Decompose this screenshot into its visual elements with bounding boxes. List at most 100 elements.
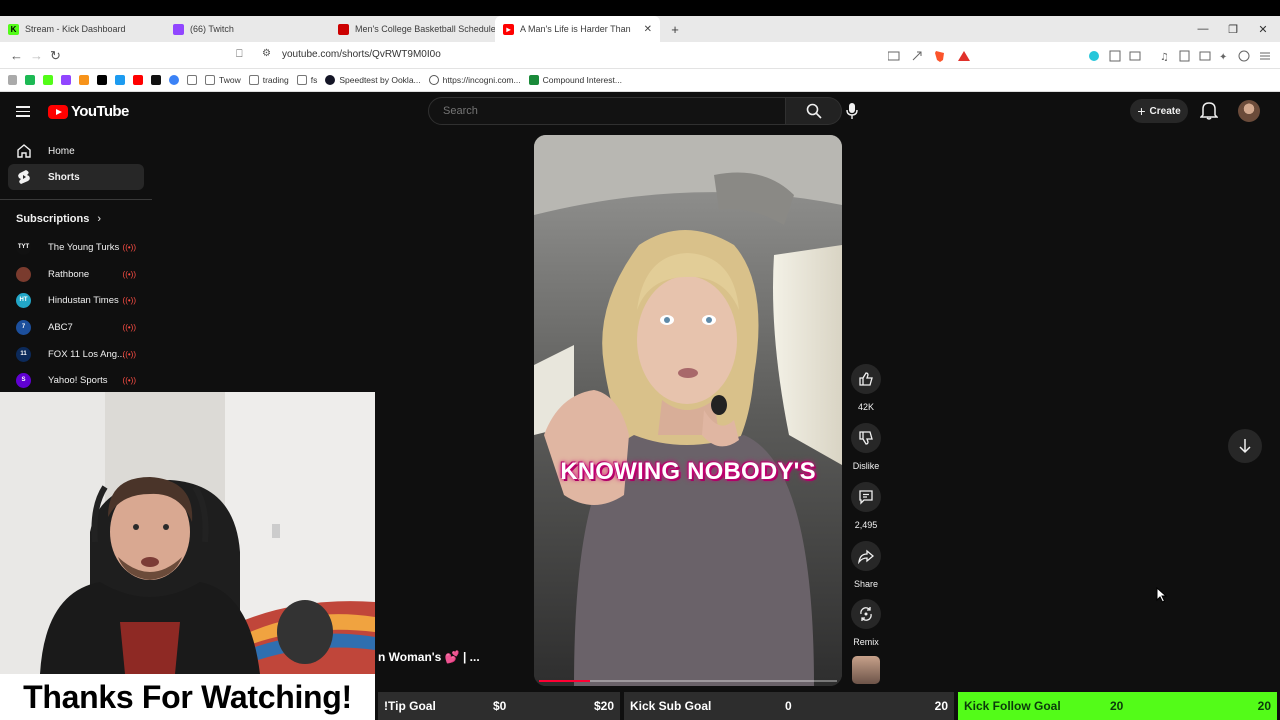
bookmark-item[interactable] [133,75,143,85]
youtube-logo[interactable]: YouTube [48,103,129,120]
tab-close-icon[interactable]: ✕ [644,24,652,35]
kick-favicon-icon: K [8,23,19,35]
webcam-image [0,392,375,674]
tab-bar: K Stream - Kick Dashboard (66) Twitch Men… [0,16,1280,42]
live-indicator-icon: ((•)) [122,322,136,332]
extensions-toolbar[interactable]: ♫ ✦ [1088,50,1274,62]
tab-twitch[interactable]: (66) Twitch [165,16,330,42]
back-icon[interactable]: ← [10,48,23,63]
short-video-player[interactable] [534,135,842,686]
sidebar-item-shorts[interactable]: Shorts [8,164,144,190]
folder-icon [248,75,259,85]
live-indicator-icon: ((•)) [122,269,136,279]
heart-emoji-icon: 💕 [444,650,460,664]
site-info-icon[interactable]: ⚙ [262,48,271,59]
share-button[interactable]: Share [848,541,884,589]
bookmark-item[interactable] [25,75,35,85]
short-title[interactable]: n Woman's 💕 | ... [378,650,480,664]
youtube-favicon-icon: ▸ [503,23,514,35]
goal-current: 20 [1110,699,1124,713]
hamburger-menu-icon[interactable] [16,106,30,117]
notifications-button[interactable] [1199,100,1219,125]
bookmark-favicon-icon [79,75,89,85]
bookmark-item[interactable] [43,75,53,85]
video-progress-bar[interactable] [539,680,837,682]
bookmark-item[interactable] [169,75,179,85]
bookmark-item[interactable]: Speedtest by Ookla... [325,75,421,85]
folder-icon [187,75,197,85]
search-input[interactable] [429,98,785,124]
url-field[interactable]: youtube.com/shorts/QvRWT9M0I0o [282,49,441,60]
comments-button[interactable]: 2,495 [848,482,884,530]
search-box[interactable] [428,97,786,125]
account-avatar[interactable] [1238,100,1260,122]
live-indicator-icon: ((•)) [122,242,136,252]
bookmark-favicon-icon [115,75,125,85]
bookmark-item[interactable] [97,75,107,85]
tab-basketball-schedule[interactable]: Men's College Basketball Schedule - [330,16,495,42]
bell-icon [1199,102,1219,120]
tab-kick-dashboard[interactable]: K Stream - Kick Dashboard [0,16,165,42]
subscription-item[interactable]: 11 FOX 11 Los Ang... ((•)) [16,344,144,364]
home-icon [17,144,31,158]
new-tab-button[interactable]: + [660,16,690,42]
plus-icon: + [1137,103,1146,119]
bookmark-icon[interactable]: ⎕ [236,48,243,61]
chevron-right-icon: › [97,213,102,225]
live-indicator-icon: ((•)) [122,375,136,385]
folder-icon [205,75,215,85]
next-short-button[interactable] [1228,429,1262,463]
bookmark-favicon-icon [97,75,107,85]
svg-text:✦: ✦ [1219,52,1227,62]
tab-youtube-active[interactable]: ▸ A Man's Life is Harder Than ✕ [495,16,660,42]
bookmark-item[interactable] [8,75,17,85]
create-button[interactable]: + Create [1130,99,1188,123]
dislike-button[interactable]: Dislike [848,423,884,471]
goal-current: $0 [493,699,507,713]
bookmark-item[interactable]: https://incogni.com... [428,75,521,85]
like-button[interactable]: 42K [848,364,884,412]
search-button[interactable] [786,97,842,125]
channel-avatar: TYT [16,239,31,255]
bookmark-item[interactable] [187,75,197,85]
bookmark-item[interactable] [151,75,161,85]
window-top-strip [0,0,1280,16]
bookmark-item[interactable]: Compound Interest... [528,75,622,85]
bookmark-item[interactable] [115,75,125,85]
svg-text:♫: ♫ [1160,52,1169,62]
remix-icon [860,607,872,621]
goal-target: $20 [593,699,614,713]
subscriptions-heading[interactable]: Subscriptions › [16,213,101,225]
bookmark-favicon-icon [528,75,539,85]
live-indicator-icon: ((•)) [122,295,136,305]
forward-icon[interactable]: → [30,48,43,63]
remix-button[interactable]: Remix [848,599,884,647]
bookmark-item[interactable] [61,75,71,85]
bookmark-folder[interactable]: fs [296,75,317,85]
close-window-icon[interactable]: ✕ [1248,16,1278,42]
reload-icon[interactable]: ↻ [50,48,61,64]
microphone-icon [846,103,858,119]
apps-grid-icon [8,75,17,85]
goal-target: 20 [1257,699,1271,713]
puzzle-icon [1109,50,1121,62]
subscription-item[interactable]: 7 ABC7 ((•)) [16,317,144,337]
bookmark-folder[interactable]: Twow [205,75,241,85]
bookmark-item[interactable] [79,75,89,85]
install-icon [888,51,900,61]
live-indicator-icon: ((•)) [122,349,136,359]
subscription-item[interactable]: S Yahoo! Sports ((•)) [16,370,144,390]
minimize-icon[interactable]: — [1188,16,1218,42]
restore-icon[interactable]: ❐ [1218,16,1248,42]
extension-icon [1089,51,1099,61]
bookmark-folder[interactable]: trading [248,75,289,85]
subscription-item[interactable]: TYT The Young Turks ((•)) [16,237,144,257]
subscription-item[interactable]: HT Hindustan Times ((•)) [16,290,144,310]
sound-thumbnail[interactable] [852,656,880,684]
bookmark-favicon-icon [25,75,35,85]
goal-target: 20 [934,699,948,713]
sidebar-item-home[interactable]: Home [8,138,144,164]
subscription-item[interactable]: Rathbone ((•)) [16,264,144,284]
voice-search-button[interactable] [838,97,866,125]
channel-avatar: S [16,372,31,388]
